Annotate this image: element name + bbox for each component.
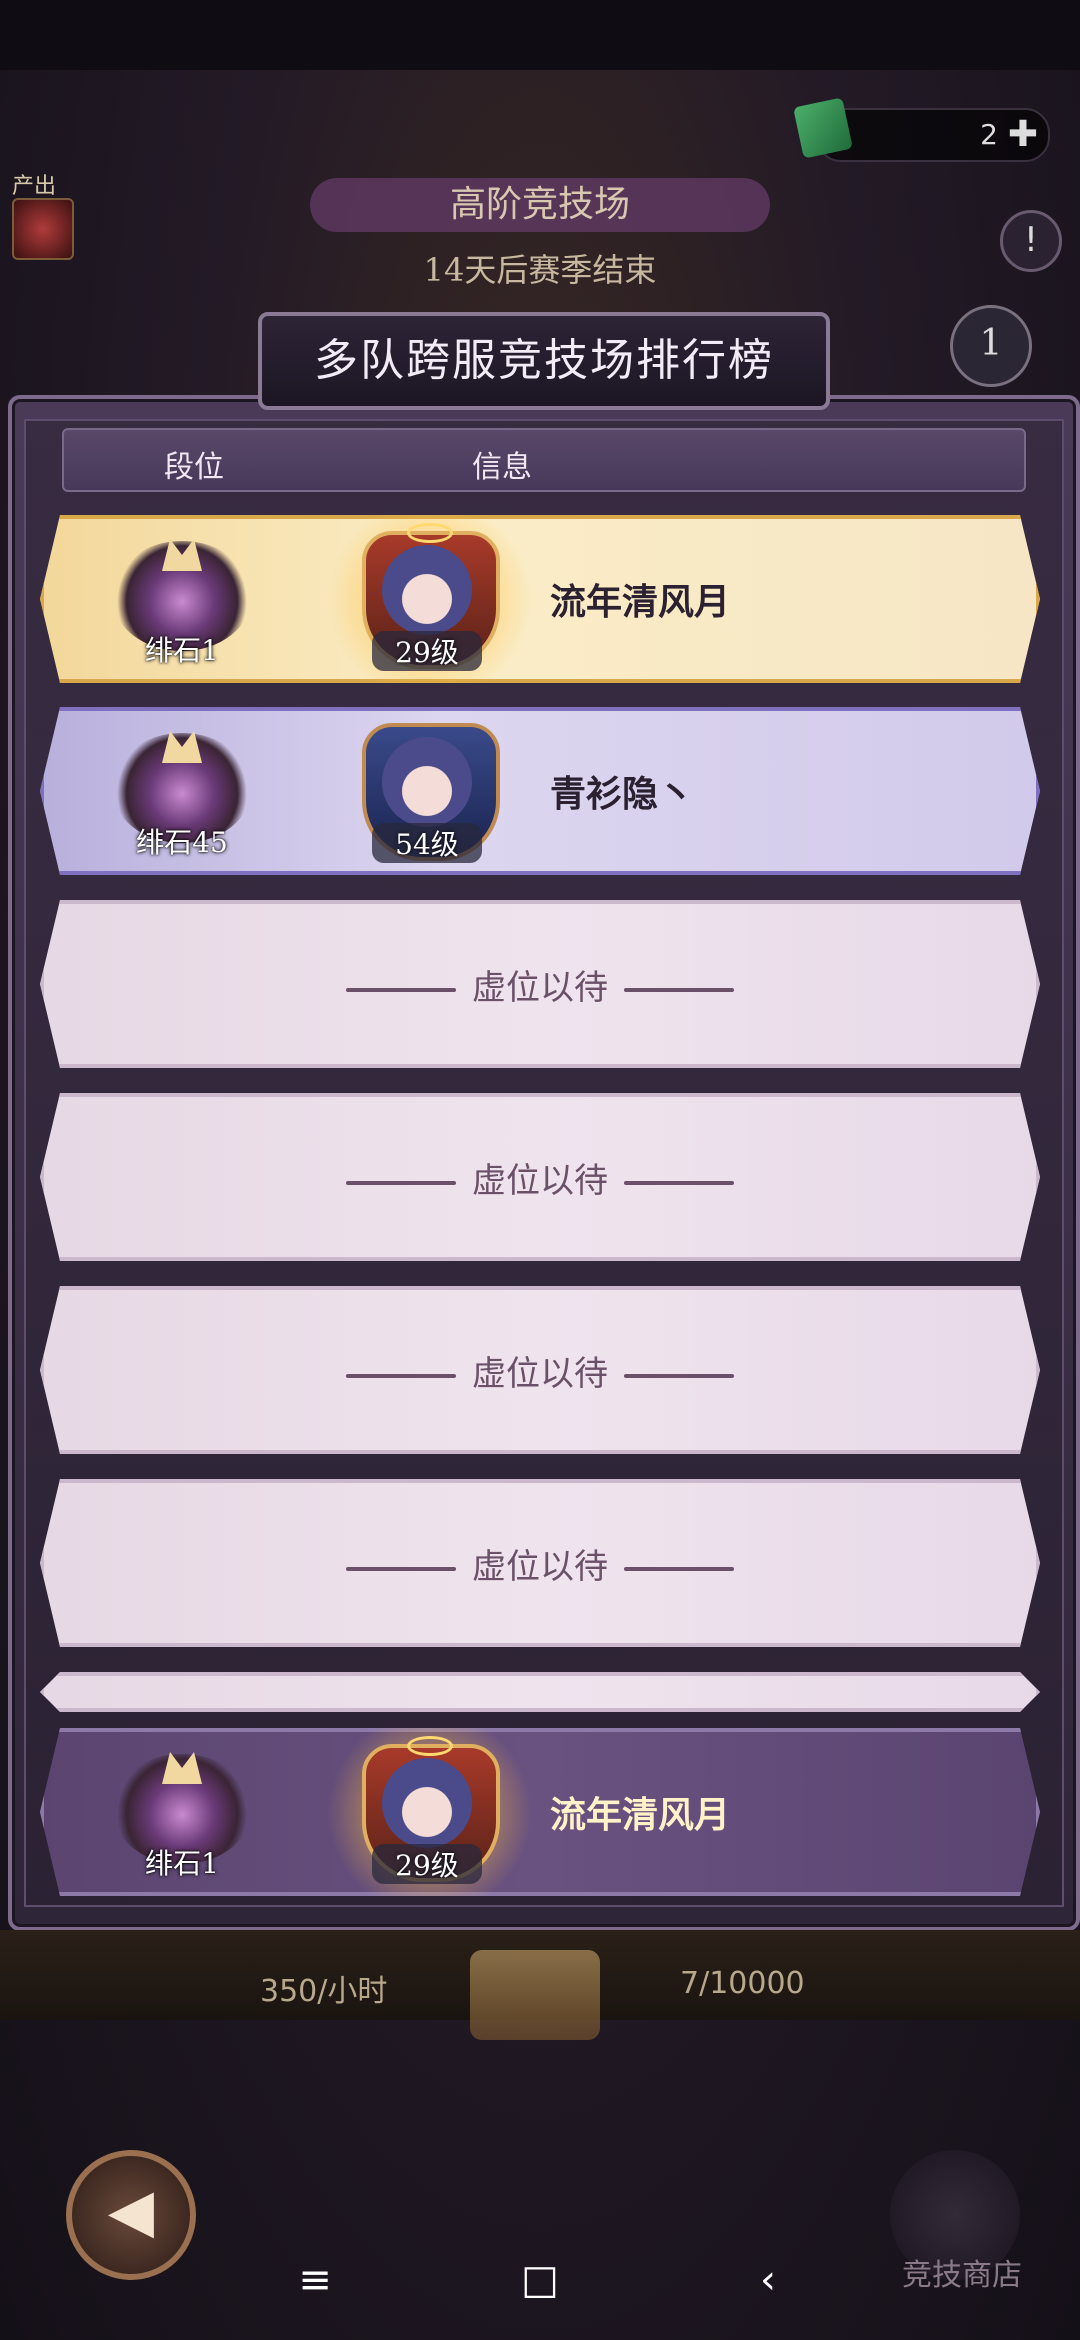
chest-icon[interactable]	[470, 1950, 600, 2040]
flourish-left-icon	[346, 1374, 456, 1378]
menu-icon[interactable]: ≡	[285, 2250, 345, 2310]
player-name: 流年清风月	[550, 1794, 731, 1836]
column-segment: 段位	[164, 450, 224, 485]
rank-badge[interactable]: 1	[950, 305, 1032, 387]
season-countdown: 14天后赛季结束	[423, 251, 657, 289]
player-level: 29级	[372, 1844, 482, 1884]
player-level: 54级	[372, 823, 482, 863]
avatar-portrait	[382, 1758, 472, 1848]
flourish-left-icon	[346, 988, 456, 992]
output-item-icon[interactable]	[12, 198, 74, 260]
placeholder-text: 虚位以待	[472, 1354, 608, 1394]
placeholder-text: 虚位以待	[472, 968, 608, 1008]
empty-placeholder: 虚位以待	[40, 1346, 1040, 1395]
player-name: 流年清风月	[550, 581, 731, 623]
output-label: 产出	[12, 174, 57, 199]
halo-icon	[407, 1736, 453, 1756]
placeholder-text: 虚位以待	[472, 1161, 608, 1201]
placeholder-text: 虚位以待	[472, 1547, 608, 1587]
flourish-right-icon	[624, 1374, 734, 1378]
production-rate: 350/小时	[260, 1974, 388, 2009]
rank-label: 绯石1	[145, 1847, 219, 1880]
player-avatar[interactable]: 54级	[352, 715, 502, 865]
leaderboard-title: 多队跨服竞技场排行榜	[258, 312, 830, 410]
leaderboard-row[interactable]: 绯石45 54级 青衫隐丶	[40, 707, 1040, 875]
home-icon[interactable]: □	[510, 2250, 570, 2310]
currency-count: 2	[980, 118, 998, 151]
flourish-right-icon	[624, 1181, 734, 1185]
rank-emblem: 绯石1	[112, 1744, 252, 1884]
column-header: 段位 信息	[62, 428, 1026, 492]
empty-row: 虚位以待	[40, 1286, 1040, 1454]
leaderboard-row[interactable]: 绯石1 29级 流年清风月	[40, 515, 1040, 683]
empty-placeholder: 虚位以待	[40, 960, 1040, 1009]
rank-label: 绯石45	[136, 826, 228, 859]
empty-row: 虚位以待	[40, 1479, 1040, 1647]
rank-label: 绯石1	[145, 634, 219, 667]
player-avatar[interactable]: 29级	[352, 523, 502, 673]
empty-row: 虚位以待	[40, 1093, 1040, 1261]
flourish-left-icon	[346, 1181, 456, 1185]
currency-display[interactable]: 2 ✚	[793, 97, 1050, 162]
add-currency-icon[interactable]: ✚	[1008, 114, 1038, 155]
system-navbar: ≡ □ ‹	[0, 2220, 1080, 2340]
rank-emblem: 绯石45	[112, 723, 252, 863]
nav-back-icon[interactable]: ‹	[738, 2250, 798, 2310]
ticket-icon	[793, 97, 853, 159]
avatar-portrait	[382, 737, 472, 827]
avatar-portrait	[382, 545, 472, 635]
player-avatar[interactable]: 29级	[352, 1736, 502, 1886]
empty-row-partial	[40, 1672, 1040, 1712]
empty-placeholder: 虚位以待	[40, 1539, 1040, 1588]
arena-title: 高阶竞技场	[310, 178, 770, 232]
info-button[interactable]: !	[1000, 210, 1062, 272]
flourish-left-icon	[346, 1567, 456, 1571]
flourish-right-icon	[624, 988, 734, 992]
empty-row: 虚位以待	[40, 900, 1040, 1068]
player-name: 青衫隐丶	[550, 773, 695, 815]
rank-emblem: 绯石1	[112, 531, 252, 671]
storage-capacity: 7/10000	[680, 1966, 805, 2001]
flourish-right-icon	[624, 1567, 734, 1571]
player-level: 29级	[372, 631, 482, 671]
halo-icon	[407, 523, 453, 543]
empty-placeholder: 虚位以待	[40, 1153, 1040, 1202]
self-rank-row[interactable]: 绯石1 29级 流年清风月	[40, 1728, 1040, 1896]
column-info: 信息	[472, 450, 532, 485]
status-bar	[0, 0, 1080, 70]
